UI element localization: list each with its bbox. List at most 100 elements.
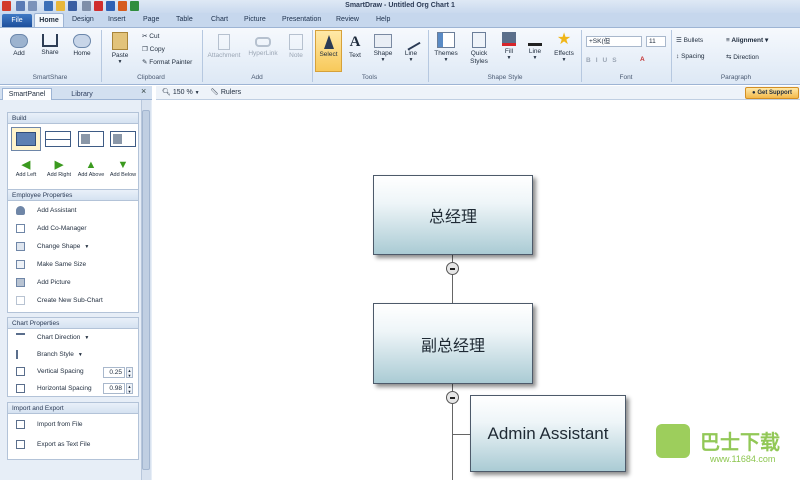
cut-button[interactable]: ✂ Cut xyxy=(142,32,159,40)
themes-button[interactable]: Themes ▼ xyxy=(432,32,460,63)
select-tool-button[interactable]: Select xyxy=(315,30,342,72)
quick-styles-label: Quick Styles xyxy=(470,50,488,65)
font-name-select[interactable]: +SK(但 xyxy=(586,36,642,47)
bullets-button[interactable]: ☰ Bullets xyxy=(676,36,703,44)
connector-line xyxy=(452,434,470,435)
org-node-general-manager[interactable]: 总经理 xyxy=(373,175,533,255)
hyperlink-button[interactable]: HyperLink xyxy=(245,34,281,57)
panel-scrollbar-thumb[interactable] xyxy=(142,110,150,470)
line-tool-button[interactable]: Line ▼ xyxy=(399,31,423,63)
text-tool-button[interactable]: A Text xyxy=(344,34,366,59)
add-left-button[interactable]: ◀ Add Left xyxy=(11,160,41,179)
line-label: Line xyxy=(404,50,418,57)
paste-dropdown-icon[interactable]: ▼ xyxy=(106,59,134,65)
get-support-button[interactable]: ● Get Support xyxy=(745,87,799,99)
format-painter-button[interactable]: ✎ Format Painter xyxy=(142,58,192,66)
attachment-button[interactable]: Attachment xyxy=(205,34,243,59)
chart-direction-item[interactable]: Chart Direction ▼ xyxy=(16,333,89,342)
tab-smartpanel[interactable]: SmartPanel xyxy=(2,88,52,100)
close-icon[interactable]: × xyxy=(141,86,146,96)
org-node-admin-assistant[interactable]: Admin Assistant xyxy=(470,395,626,472)
tab-chart[interactable]: Chart xyxy=(211,16,228,23)
create-sub-chart-item[interactable]: Create New Sub-Chart xyxy=(16,296,103,305)
tab-library[interactable]: Library xyxy=(58,89,106,100)
tab-home[interactable]: Home xyxy=(34,13,64,28)
arrow-right-icon: ▶ xyxy=(54,159,64,171)
line-style-dropdown-icon[interactable]: ▼ xyxy=(524,55,546,61)
tab-table[interactable]: Table xyxy=(176,16,193,23)
add-right-button[interactable]: ▶ Add Right xyxy=(43,159,75,179)
build-shape-single[interactable] xyxy=(11,127,41,151)
effects-button[interactable]: ★ Effects ▼ xyxy=(550,32,578,64)
tab-review[interactable]: Review xyxy=(336,16,359,23)
format-painter-label: Format Painter xyxy=(149,59,193,66)
build-shape-picture-left[interactable] xyxy=(78,131,104,147)
vertical-spacing-stepper[interactable]: ▲ ▼ xyxy=(126,367,133,378)
add-assistant-item[interactable]: Add Assistant xyxy=(16,206,76,215)
text-label: Text xyxy=(349,52,361,59)
line-style-button[interactable]: Line ▼ xyxy=(524,32,546,61)
export-as-text-label: Export as Text File xyxy=(37,441,91,448)
tab-presentation[interactable]: Presentation xyxy=(282,16,321,23)
tab-picture[interactable]: Picture xyxy=(244,16,266,23)
horizontal-spacing-stepper[interactable]: ▲ ▼ xyxy=(126,383,133,394)
note-button[interactable]: Note xyxy=(283,34,309,59)
effects-dropdown-icon[interactable]: ▼ xyxy=(550,57,578,63)
shape-tool-button[interactable]: Shape ▼ xyxy=(369,34,397,63)
horizontal-spacing-input[interactable]: 0.98 xyxy=(103,383,125,394)
add-picture-item[interactable]: Add Picture xyxy=(16,278,71,287)
font-format-buttons[interactable]: BIUS xyxy=(586,57,622,64)
export-as-text-item[interactable]: Export as Text File xyxy=(16,440,90,449)
add-below-button[interactable]: ▼ Add Below xyxy=(107,160,139,179)
import-from-file-item[interactable]: Import from File xyxy=(16,420,83,429)
fill-button[interactable]: Fill ▼ xyxy=(498,32,520,61)
quick-styles-button[interactable]: Quick Styles xyxy=(464,32,494,66)
paste-button[interactable]: Paste ▼ xyxy=(106,32,134,65)
note-label: Note xyxy=(289,52,303,59)
themes-dropdown-icon[interactable]: ▼ xyxy=(432,57,460,63)
home-label: Home xyxy=(73,50,91,57)
add-picture-label: Add Picture xyxy=(37,279,71,286)
separator xyxy=(428,30,429,82)
horizontal-spacing-item: Horizontal Spacing xyxy=(16,384,92,393)
tab-insert[interactable]: Insert xyxy=(108,16,126,23)
add-smartshare-button[interactable]: Add xyxy=(6,34,32,57)
branch-style-item[interactable]: Branch Style ▼ xyxy=(16,350,83,359)
make-same-size-item[interactable]: Make Same Size xyxy=(16,260,86,269)
shape-dropdown-icon[interactable]: ▼ xyxy=(369,57,397,63)
spacing-button[interactable]: ↕ Spacing xyxy=(676,53,705,60)
add-co-manager-item[interactable]: Add Co-Manager xyxy=(16,224,87,233)
link-icon xyxy=(255,37,271,47)
font-size-select[interactable]: 11 xyxy=(646,36,666,47)
tab-page[interactable]: Page xyxy=(143,16,159,23)
direction-button[interactable]: ⇆ Direction xyxy=(726,53,759,61)
bullets-label: Bullets xyxy=(683,37,704,44)
collapse-toggle-icon[interactable] xyxy=(446,391,459,404)
line-dropdown-icon[interactable]: ▼ xyxy=(399,57,423,63)
zoom-control[interactable]: 🔍︎ 150 % ▼ xyxy=(162,88,200,96)
pen-icon xyxy=(528,32,542,46)
rulers-toggle[interactable]: 📏︎ Rulers xyxy=(210,88,241,96)
add-above-button[interactable]: ▲ Add Above xyxy=(75,160,107,179)
copy-button[interactable]: ❐ Copy xyxy=(142,45,165,53)
vertical-spacing-input[interactable]: 0.25 xyxy=(103,367,125,378)
fill-dropdown-icon[interactable]: ▼ xyxy=(498,55,520,61)
share-button[interactable]: Share xyxy=(36,34,64,56)
font-color-button[interactable]: A xyxy=(640,56,645,63)
shape-label: Shape xyxy=(373,50,393,57)
org-node-deputy-general-manager[interactable]: 副总经理 xyxy=(373,303,533,384)
add-label: Add xyxy=(13,50,25,57)
chart-properties-title: Chart Properties xyxy=(8,318,138,329)
paste-icon xyxy=(112,32,128,50)
change-shape-item[interactable]: Change Shape ▼ xyxy=(16,242,89,251)
collapse-toggle-icon[interactable] xyxy=(446,262,459,275)
alignment-button[interactable]: ≡ Alignment ▾ xyxy=(726,36,768,44)
tab-help[interactable]: Help xyxy=(376,16,390,23)
ribbon: Add Share Home SmartShare Paste ▼ ✂ Cut … xyxy=(0,27,800,85)
build-shape-split[interactable] xyxy=(45,131,71,147)
build-shape-picture-split[interactable] xyxy=(110,131,136,147)
home-button[interactable]: Home xyxy=(68,34,96,57)
tab-design[interactable]: Design xyxy=(72,16,94,23)
tab-file[interactable]: File xyxy=(2,14,32,27)
group-label-add: Add xyxy=(251,74,263,81)
